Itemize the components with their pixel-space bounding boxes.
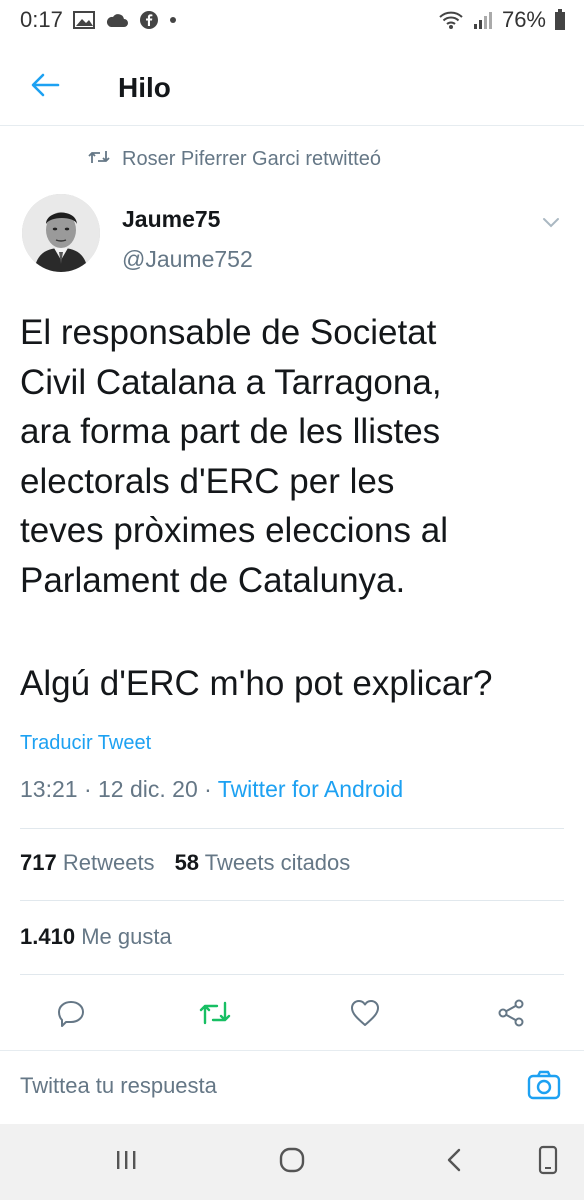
tweet-text-line: Civil Catalana a Tarragona, — [20, 362, 442, 402]
app-header: Hilo — [0, 50, 584, 126]
arrow-left-icon — [30, 72, 60, 103]
facebook-notification-icon — [139, 10, 159, 30]
back-button[interactable] — [0, 50, 90, 126]
tweet-question: Algú d'ERC m'ho pot explicar? — [20, 664, 493, 703]
battery-percentage: 76% — [501, 7, 546, 32]
reply-input[interactable] — [20, 1069, 500, 1103]
retweet-icon — [199, 1000, 231, 1031]
meta-separator: · — [197, 776, 218, 802]
retweets-stat[interactable]: 717 Retweets — [20, 850, 155, 876]
retweet-context-text: Roser Piferrer Garci retwitteó — [122, 148, 381, 170]
cloud-notification-icon — [105, 12, 129, 28]
phone-icon — [537, 1145, 559, 1180]
status-time: 0:17 — [20, 7, 63, 32]
retweet-context[interactable]: Roser Piferrer Garci retwitteó — [88, 148, 381, 171]
reply-composer — [0, 1050, 584, 1120]
share-icon — [496, 998, 526, 1033]
back-nav-button[interactable] — [434, 1144, 474, 1180]
share-button[interactable] — [486, 990, 536, 1040]
home-icon — [278, 1146, 306, 1179]
tweet-time: 13:21 — [20, 776, 78, 802]
tweet-text-line: teves pròximes eleccions al — [20, 511, 448, 550]
signal-icon — [472, 10, 494, 30]
likes-stat[interactable]: 1.410 Me gusta — [20, 924, 172, 950]
recent-apps-icon — [114, 1148, 138, 1177]
camera-button[interactable] — [524, 1067, 564, 1107]
chevron-down-icon — [542, 216, 560, 234]
tweet-text-line: Parlament de Catalunya. — [20, 560, 406, 600]
retweets-label: Retweets — [62, 850, 155, 875]
like-button[interactable] — [340, 990, 390, 1040]
more-notifications-dot-icon — [169, 16, 177, 24]
quotes-stat[interactable]: 58 Tweets citados — [175, 850, 351, 876]
divider — [20, 974, 564, 975]
camera-icon — [527, 1070, 561, 1105]
meta-separator: · — [77, 776, 99, 802]
status-right: 76% — [438, 7, 566, 33]
tweet-text-line: electorals d'ERC per les — [20, 461, 395, 501]
divider — [20, 828, 564, 829]
retweet-button[interactable] — [190, 990, 240, 1040]
tweet-date: 12 dic. 20 — [98, 776, 198, 802]
recent-apps-button[interactable] — [106, 1144, 146, 1180]
tweet-source-link[interactable]: Twitter for Android — [218, 776, 403, 802]
tweet-text-line: El responsable de Societat — [20, 313, 437, 352]
retweet-icon — [88, 148, 110, 171]
gallery-notification-icon — [72, 11, 95, 29]
likes-count: 1.410 — [20, 924, 76, 949]
status-left: 0:17 — [20, 7, 177, 33]
battery-icon — [554, 9, 566, 31]
likes-label: Me gusta — [81, 924, 172, 949]
author-name[interactable]: Jaume75 — [122, 206, 220, 233]
divider — [20, 900, 564, 901]
tweet-actions — [0, 990, 584, 1040]
page-title: Hilo — [118, 71, 171, 103]
heart-icon — [350, 999, 380, 1032]
tweet-text-line: ara forma part de les llistes — [20, 412, 441, 451]
quotes-count: 58 — [174, 850, 200, 875]
author-handle[interactable]: @Jaume752 — [122, 246, 253, 273]
tweet-text: El responsable de Societat Civil Catalan… — [20, 308, 568, 605]
retweet-stats: 717 Retweets 58 Tweets citados — [20, 850, 350, 876]
translate-tweet-link[interactable]: Traducir Tweet — [20, 732, 151, 755]
screenshot-button[interactable] — [528, 1144, 568, 1180]
tweet-menu-button[interactable] — [536, 210, 566, 240]
retweets-count: 717 — [20, 850, 57, 875]
quotes-label: Tweets citados — [204, 850, 351, 875]
status-bar: 0:17 76% — [0, 0, 584, 40]
avatar[interactable] — [22, 194, 100, 272]
chevron-left-icon — [444, 1147, 464, 1178]
home-button[interactable] — [272, 1144, 312, 1180]
reply-button[interactable] — [46, 990, 96, 1040]
reply-icon — [56, 998, 86, 1033]
wifi-icon — [438, 10, 464, 30]
tweet-meta: 13:21 · 12 dic. 20 · Twitter for Android — [20, 776, 403, 803]
system-nav-bar — [0, 1124, 584, 1200]
